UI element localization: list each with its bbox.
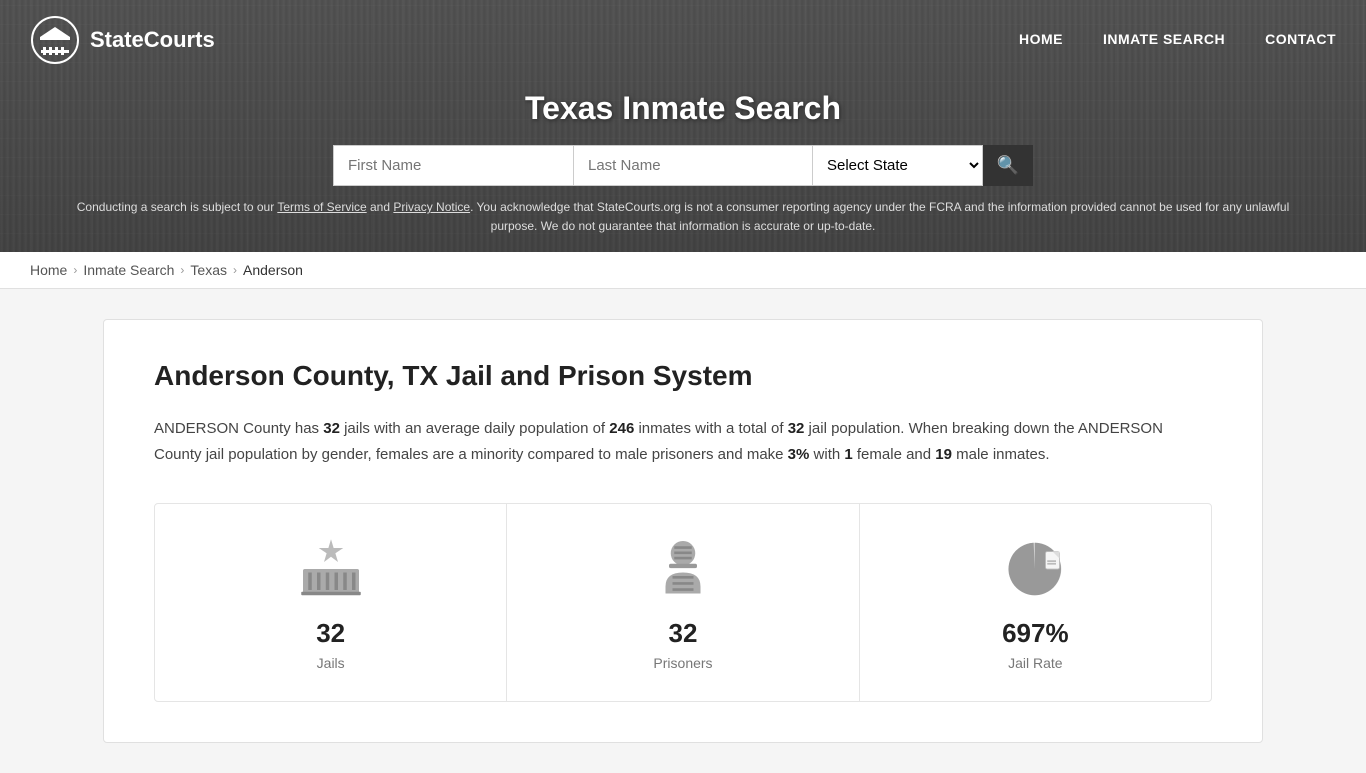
stat-jails-number: 32	[175, 618, 486, 649]
breadcrumb-sep-1: ›	[73, 263, 77, 277]
hero-title: Texas Inmate Search	[0, 90, 1366, 127]
county-description: ANDERSON County has 32 jails with an ave…	[154, 416, 1212, 467]
hero-title-wrap: Texas Inmate Search	[0, 80, 1366, 145]
desc-female-pct: 3%	[788, 446, 810, 463]
nav-inmate-search[interactable]: INMATE SEARCH	[1103, 31, 1225, 47]
prisoner-icon	[527, 534, 838, 604]
breadcrumb-home[interactable]: Home	[30, 262, 67, 278]
disclaimer-text3: . You acknowledge that StateCourts.org i…	[470, 200, 1289, 233]
stat-prisoners-number: 32	[527, 618, 838, 649]
breadcrumb-sep-2: ›	[180, 263, 184, 277]
stat-jail-rate-label: Jail Rate	[880, 655, 1191, 671]
disclaimer-text1: Conducting a search is subject to our	[77, 200, 278, 214]
stats-row: 32 Jails	[154, 503, 1212, 702]
breadcrumb-inmate-search[interactable]: Inmate Search	[83, 262, 174, 278]
breadcrumb-sep-3: ›	[233, 263, 237, 277]
state-select[interactable]: Select StateAlabamaAlaskaArizonaArkansas…	[813, 145, 983, 186]
privacy-link[interactable]: Privacy Notice	[393, 200, 470, 214]
breadcrumb-state[interactable]: Texas	[190, 262, 227, 278]
stat-jail-rate-number: 697%	[880, 618, 1191, 649]
desc-male-count: 19	[935, 446, 952, 463]
desc-avg-pop: 246	[609, 420, 634, 437]
desc-pre5: with	[809, 446, 844, 463]
chart-icon	[880, 534, 1191, 604]
navbar: StateCourts HOME INMATE SEARCH CONTACT	[0, 0, 1366, 80]
desc-total-pop: 32	[788, 420, 805, 437]
stat-jail-rate: 697% Jail Rate	[860, 504, 1211, 701]
breadcrumb: Home › Inmate Search › Texas › Anderson	[0, 252, 1366, 289]
content-card: Anderson County, TX Jail and Prison Syst…	[103, 319, 1263, 743]
desc-pre2: jails with an average daily population o…	[340, 420, 609, 437]
first-name-input[interactable]	[333, 145, 573, 186]
site-name: StateCourts	[90, 27, 215, 53]
desc-pre6: female and	[853, 446, 936, 463]
nav-links: HOME INMATE SEARCH CONTACT	[1019, 31, 1336, 49]
disclaimer: Conducting a search is subject to our Te…	[0, 198, 1366, 252]
stat-prisoners: 32 Prisoners	[507, 504, 859, 701]
nav-home[interactable]: HOME	[1019, 31, 1063, 47]
hero-section: StateCourts HOME INMATE SEARCH CONTACT T…	[0, 0, 1366, 252]
site-logo[interactable]: StateCourts	[30, 15, 215, 65]
stat-jails-label: Jails	[175, 655, 486, 671]
desc-pre7: male inmates.	[952, 446, 1050, 463]
stat-jails: 32 Jails	[155, 504, 507, 701]
disclaimer-text2: and	[367, 200, 394, 214]
stat-prisoners-label: Prisoners	[527, 655, 838, 671]
search-icon: 🔍	[997, 155, 1019, 176]
desc-jails: 32	[323, 420, 340, 437]
main-content: Anderson County, TX Jail and Prison Syst…	[83, 289, 1283, 773]
desc-pre3: inmates with a total of	[634, 420, 787, 437]
search-bar: Select StateAlabamaAlaskaArizonaArkansas…	[0, 145, 1366, 198]
desc-female-count: 1	[844, 446, 852, 463]
county-title: Anderson County, TX Jail and Prison Syst…	[154, 360, 1212, 392]
desc-pre1: ANDERSON County has	[154, 420, 323, 437]
jail-icon	[175, 534, 486, 604]
logo-icon	[30, 15, 80, 65]
breadcrumb-current: Anderson	[243, 262, 303, 278]
nav-contact[interactable]: CONTACT	[1265, 31, 1336, 47]
last-name-input[interactable]	[573, 145, 813, 186]
search-button[interactable]: 🔍	[983, 145, 1033, 186]
terms-link[interactable]: Terms of Service	[277, 200, 366, 214]
